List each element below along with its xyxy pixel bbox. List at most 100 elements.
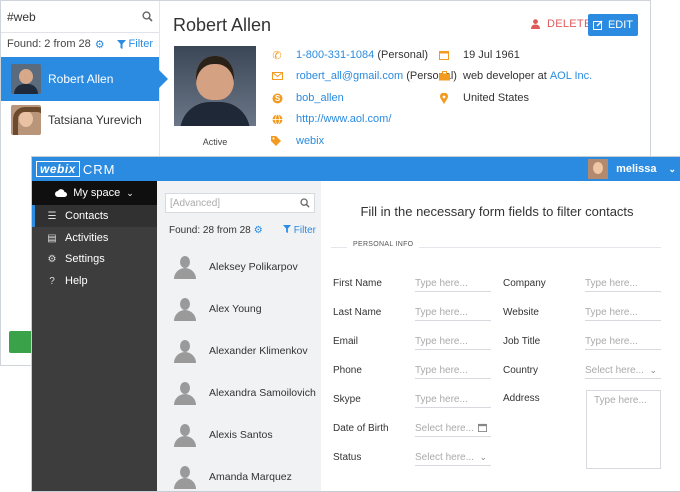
date-of-birth-label: Date of Birth <box>333 423 389 434</box>
avatar <box>174 297 196 321</box>
delete-label: DELETE <box>547 18 592 30</box>
filter-icon <box>116 39 126 49</box>
birthday-value: 19 Jul 1961 <box>463 49 520 61</box>
sidebar-item-label: Settings <box>65 253 105 265</box>
list-item[interactable]: Alexandra Samoilovich <box>157 372 321 414</box>
email-row: robert_all@gmail.com (Personal) <box>271 70 457 82</box>
sidebar-item-contacts[interactable]: ☰ Contacts <box>32 205 157 227</box>
skype-field[interactable]: Type here... <box>415 391 491 408</box>
address-textarea[interactable]: Type here... <box>586 390 661 469</box>
email-field[interactable]: Type here... <box>415 333 491 350</box>
phone-label: Phone <box>333 365 362 376</box>
gear-icon[interactable]: ⚙ <box>95 38 105 51</box>
field-placeholder: Type here... <box>415 364 468 376</box>
found-text: Found: 2 from 28 <box>7 38 91 50</box>
phone-field[interactable]: Type here... <box>415 362 491 379</box>
website-label: Website <box>503 307 539 318</box>
skype-label: Skype <box>333 394 361 405</box>
avatar <box>174 255 196 279</box>
field-placeholder: Select here... <box>585 364 644 376</box>
list-item[interactable]: Alexander Klimenkov <box>157 330 321 372</box>
contact-name: Alexis Santos <box>209 429 273 441</box>
tag-link[interactable]: webix <box>296 135 324 147</box>
chevron-down-icon: ⌄ <box>668 163 676 174</box>
phone-icon: ✆ <box>272 49 282 62</box>
website-link[interactable]: http://www.aol.com/ <box>296 113 391 125</box>
contacts-list-panel: [Advanced] Found: 28 from 28 ⚙ Filter Al… <box>157 181 321 491</box>
avatar <box>174 381 196 405</box>
user-icon <box>531 19 540 29</box>
svg-text:S: S <box>274 94 280 103</box>
filter-button[interactable]: Filter <box>282 225 316 236</box>
found-count: Found: 28 from 28 ⚙ Filter <box>169 225 316 236</box>
filter-form: Fill in the necessary form fields to fil… <box>321 181 680 491</box>
list-icon: ☰ <box>47 210 57 222</box>
sidebar-item-settings[interactable]: ⚙ Settings <box>32 248 157 270</box>
sidebar-item-label: Help <box>65 275 88 287</box>
avatar <box>174 339 196 363</box>
contact-name: Alexander Klimenkov <box>209 345 308 357</box>
briefcase-icon <box>438 70 450 82</box>
skype-link[interactable]: bob_allen <box>296 92 344 104</box>
country-label: Country <box>503 365 539 376</box>
search-icon[interactable] <box>142 11 153 22</box>
section-label: PERSONAL INFO <box>347 241 420 248</box>
add-contact-button[interactable] <box>9 331 33 353</box>
field-placeholder: Type here... <box>585 306 638 318</box>
search-icon[interactable] <box>300 198 310 208</box>
first-name-field[interactable]: Type here... <box>415 275 491 292</box>
field-placeholder: Select here... <box>415 451 474 463</box>
date-of-birth-picker[interactable]: Select here... <box>415 420 491 437</box>
search-value: #web <box>7 9 36 24</box>
list-item[interactable]: Alex Young <box>157 288 321 330</box>
map-marker-icon <box>438 92 450 104</box>
last-name-field[interactable]: Type here... <box>415 304 491 321</box>
contact-name: Robert Allen <box>48 72 114 86</box>
app-logo: webix CRM <box>36 161 115 177</box>
envelope-icon <box>271 70 283 82</box>
website-row: http://www.aol.com/ <box>271 113 391 125</box>
list-item[interactable]: Robert Allen <box>1 57 168 101</box>
search-input[interactable]: #web <box>1 1 159 33</box>
filter-button[interactable]: Filter <box>116 38 153 50</box>
field-placeholder: Type here... <box>415 306 468 318</box>
contact-name: Tatsiana Yurevich <box>48 113 142 127</box>
phone-link[interactable]: 1-800-331-1084 <box>296 49 374 61</box>
gear-icon[interactable]: ⚙ <box>254 225 263 236</box>
email-link[interactable]: robert_all@gmail.com <box>296 70 403 82</box>
last-name-label: Last Name <box>333 307 382 318</box>
avatar <box>174 465 196 489</box>
list-item[interactable]: Tatsiana Yurevich <box>1 98 159 142</box>
list-item[interactable]: Alexis Santos <box>157 414 321 456</box>
company-field[interactable]: Type here... <box>585 275 661 292</box>
edit-button[interactable]: EDIT <box>588 14 638 36</box>
field-placeholder: Type here... <box>594 395 647 406</box>
website-field[interactable]: Type here... <box>585 304 661 321</box>
list-item[interactable]: Aleksey Polikarpov <box>157 246 321 288</box>
logo-suffix: CRM <box>82 161 116 177</box>
globe-icon <box>271 113 283 125</box>
birthday-row: 19 Jul 1961 <box>438 49 520 61</box>
calendar-icon <box>438 49 450 61</box>
advanced-search-input[interactable]: [Advanced] <box>165 193 315 213</box>
filter-icon <box>282 225 291 233</box>
sidebar-item-activities[interactable]: ▤ Activities <box>32 227 157 249</box>
avatar <box>11 64 41 94</box>
field-placeholder: Type here... <box>415 277 468 289</box>
company-link[interactable]: AOL Inc. <box>550 70 592 82</box>
form-title: Fill in the necessary form fields to fil… <box>360 204 634 219</box>
status-select[interactable]: Select here... ⌄ <box>415 449 491 466</box>
user-menu[interactable]: melissa ⌄ <box>588 157 676 181</box>
crm-window: webix CRM melissa ⌄ My space ⌄ ☰ Contact… <box>31 156 680 492</box>
delete-button[interactable]: DELETE <box>531 18 592 30</box>
sidebar-item-label: Contacts <box>65 210 109 222</box>
job-title-label: Job Title <box>503 336 541 347</box>
list-item[interactable]: Amanda Marquez <box>157 456 321 491</box>
job-title-field[interactable]: Type here... <box>585 333 661 350</box>
country-select[interactable]: Select here... ⌄ <box>585 362 661 379</box>
address-label: Address <box>503 393 540 404</box>
sidebar-item-help[interactable]: ? Help <box>32 270 157 292</box>
cloud-icon <box>55 189 68 197</box>
space-selector[interactable]: My space ⌄ <box>32 181 157 205</box>
status-label: Active <box>202 137 228 147</box>
